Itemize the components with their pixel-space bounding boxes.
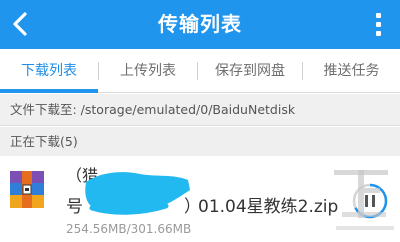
downloading-count-label: 正在下载(5) [10,134,78,149]
more-dot-icon [376,22,381,27]
file-name-prefix: 号 [66,197,83,217]
tab-bar: 下载列表 上传列表 保存到网盘 推送任务 [0,49,400,93]
section-header: 正在下载(5) [0,127,400,156]
title-bar: 传输列表 [0,0,400,49]
download-path-row: 文件下载至: /storage/emulated/0/BaiduNetdisk [0,94,400,126]
pause-icon [352,183,388,219]
page-title: 传输列表 [158,12,242,36]
tab-save-to-netdisk[interactable]: 保存到网盘 [198,49,302,93]
file-name-suffix: 01.04星教练2.zip [198,197,339,217]
active-tab-indicator [0,89,98,93]
chevron-left-icon [13,12,27,36]
redaction-scribble [82,168,192,216]
tab-push-tasks[interactable]: 推送任务 [303,49,400,93]
download-path-label: 文件下载至: /storage/emulated/0/BaiduNetdisk [10,102,296,117]
more-dot-icon [376,13,381,18]
pause-button[interactable] [352,183,388,219]
back-button[interactable] [6,9,38,39]
download-size-progress: 254.56MB/301.66MB [66,222,192,236]
more-dot-icon [376,31,381,36]
tab-upload-list[interactable]: 上传列表 [99,49,197,93]
tab-download-list[interactable]: 下载列表 [0,49,98,93]
zip-archive-icon [10,171,44,208]
more-options-button[interactable] [366,10,392,38]
